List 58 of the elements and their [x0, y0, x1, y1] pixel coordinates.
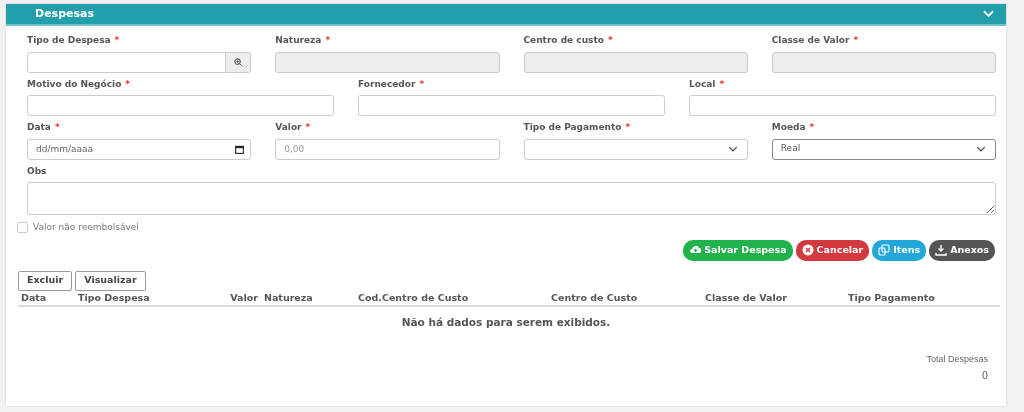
select-field[interactable]: Real: [771, 138, 996, 160]
required-mark: *: [54, 121, 60, 134]
checkbox[interactable]: [17, 222, 28, 234]
required-mark: *: [719, 77, 725, 91]
column-header: Tipo Despesa: [75, 290, 225, 306]
field-label: Motivo do Negócio: [27, 77, 122, 91]
calendar-icon: [235, 144, 245, 154]
field-label: Moeda: [771, 121, 806, 134]
required-mark: *: [607, 34, 613, 47]
table-button[interactable]: Excluir: [18, 270, 73, 291]
field-label: Classe de Valor: [771, 34, 850, 47]
required-mark: *: [125, 77, 131, 91]
field-label: Local: [689, 77, 716, 91]
input-field[interactable]: [358, 95, 665, 116]
chevron-icon[interactable]: [983, 10, 994, 18]
input-field[interactable]: [27, 51, 226, 73]
column-header: Classe de Valor: [702, 290, 845, 306]
table-button[interactable]: Visualizar: [75, 270, 146, 291]
text-area[interactable]: [27, 182, 996, 215]
download-icon: [935, 244, 948, 256]
cloud-upload-icon: [689, 244, 702, 256]
input-field[interactable]: 0,00: [275, 138, 500, 160]
column-header: Valor: [225, 290, 261, 306]
input-field[interactable]: [689, 95, 996, 116]
search-button[interactable]: [225, 51, 252, 73]
field-label: Natureza: [275, 34, 322, 47]
checkbox-label: Valor não reembolsável: [33, 221, 139, 234]
column-header: Centro de Custo: [548, 290, 702, 306]
empty-message: Não há dados para serem exibidos.: [400, 314, 612, 330]
required-mark: *: [625, 121, 631, 134]
copy-icon: [878, 244, 891, 256]
select-field[interactable]: [523, 138, 748, 160]
date-field[interactable]: dd/mm/aaaa: [27, 138, 252, 160]
field-label: Data: [27, 121, 51, 134]
field-label: Centro de custo: [523, 34, 604, 47]
required-mark: *: [114, 34, 120, 47]
required-mark: *: [419, 77, 425, 91]
total-label: Total Despesas: [926, 352, 988, 366]
zoom-in-icon: [233, 57, 243, 67]
required-mark: *: [325, 34, 331, 47]
column-header: Cod.Centro de Custo: [355, 290, 548, 306]
input-field[interactable]: [27, 95, 334, 116]
field-label: Tipo de Pagamento: [523, 121, 622, 134]
close-icon: [801, 244, 814, 256]
action-button[interactable]: Anexos: [929, 239, 995, 261]
field-label: Valor: [275, 121, 302, 134]
total-value: 0: [981, 369, 988, 383]
field-label: Tipo de Despesa: [27, 34, 111, 47]
field-label: Obs: [27, 164, 47, 178]
panel-title: Despesas: [35, 5, 94, 22]
required-mark: *: [305, 121, 311, 134]
action-button[interactable]: Cancelar: [795, 239, 870, 261]
column-header: Tipo Pagamento: [845, 290, 1000, 306]
required-mark: *: [853, 34, 859, 47]
column-header: Data: [18, 290, 75, 306]
column-header: Natureza: [261, 290, 355, 306]
field-label: Fornecedor: [358, 77, 416, 91]
required-mark: *: [809, 121, 815, 134]
